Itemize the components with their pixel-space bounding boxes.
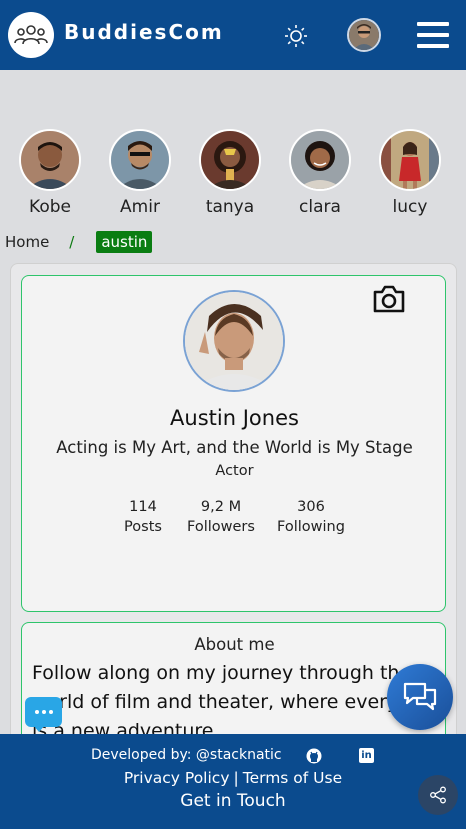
friends-row: Kobe Amir tanya clara lucy xyxy=(0,129,466,219)
linkedin-icon[interactable]: in xyxy=(359,748,374,763)
friend-name: Amir xyxy=(120,197,160,217)
stat-posts[interactable]: 114 Posts xyxy=(122,497,164,537)
github-icon[interactable] xyxy=(306,748,322,764)
breadcrumb-home-link[interactable]: Home xyxy=(5,233,49,251)
profile-role: Actor xyxy=(215,463,254,479)
friend-name: Kobe xyxy=(29,197,71,217)
hamburger-icon[interactable] xyxy=(417,22,449,48)
friend-avatar[interactable] xyxy=(289,129,351,191)
stat-value: 9,2 M xyxy=(200,499,242,515)
about-title: About me xyxy=(194,635,275,654)
chat-bubble-icon[interactable] xyxy=(25,697,62,727)
friend-name: tanya xyxy=(205,197,255,217)
friend-avatar[interactable] xyxy=(379,129,441,191)
friend-avatar[interactable] xyxy=(19,129,81,191)
about-text: Follow along on my journey through the w… xyxy=(32,662,441,742)
footer: Developed by: @stacknatic in Privacy Pol… xyxy=(0,734,466,829)
friend-item-clara[interactable]: clara xyxy=(289,129,351,217)
top-navbar: BuddiesCom xyxy=(0,0,466,70)
stat-followers[interactable]: 9,2 M Followers xyxy=(184,497,258,537)
stat-value: 114 xyxy=(129,499,157,515)
breadcrumb-separator: / xyxy=(69,233,75,251)
chat-bubble-tail xyxy=(33,725,45,732)
friend-name: clara xyxy=(299,197,341,217)
profile-name: Austin Jones xyxy=(170,406,299,430)
page: BuddiesCom Kobe Amir tanya clara lucy Ho… xyxy=(0,0,466,829)
user-avatar[interactable] xyxy=(347,18,381,52)
get-in-touch-link[interactable]: Get in Touch xyxy=(0,791,466,811)
logo-icon[interactable] xyxy=(8,12,54,58)
friend-avatar[interactable] xyxy=(109,129,171,191)
camera-icon[interactable] xyxy=(372,284,406,314)
terms-of-use-link[interactable]: Terms of Use xyxy=(243,769,342,787)
friend-name: lucy xyxy=(392,197,428,217)
brand-name[interactable]: BuddiesCom xyxy=(64,20,224,44)
share-icon[interactable] xyxy=(418,775,458,815)
friend-avatar[interactable] xyxy=(199,129,261,191)
stat-following[interactable]: 306 Following xyxy=(275,497,347,537)
footer-links: Privacy Policy | Terms of Use xyxy=(0,769,466,787)
footer-separator: | xyxy=(233,769,239,787)
sun-icon[interactable] xyxy=(284,24,308,48)
stat-label: Following xyxy=(277,519,345,535)
stat-value: 306 xyxy=(297,499,325,515)
breadcrumb-current: austin xyxy=(96,231,153,253)
stat-label: Followers xyxy=(187,519,255,535)
developer-credit[interactable]: Developed by: @stacknatic xyxy=(91,747,282,763)
friend-item-amir[interactable]: Amir xyxy=(109,129,171,217)
stat-label: Posts xyxy=(124,519,162,535)
profile-card: Austin Jones Acting is My Art, and the W… xyxy=(21,275,446,612)
messages-fab-button[interactable] xyxy=(387,664,453,730)
breadcrumb: Home / austin xyxy=(5,229,153,255)
friend-item-kobe[interactable]: Kobe xyxy=(19,129,81,217)
friend-item-lucy[interactable]: lucy xyxy=(379,129,441,217)
profile-avatar[interactable] xyxy=(183,290,285,392)
profile-tagline: Acting is My Art, and the World is My St… xyxy=(56,438,413,457)
privacy-policy-link[interactable]: Privacy Policy xyxy=(124,769,230,787)
friend-item-tanya[interactable]: tanya xyxy=(199,129,261,217)
